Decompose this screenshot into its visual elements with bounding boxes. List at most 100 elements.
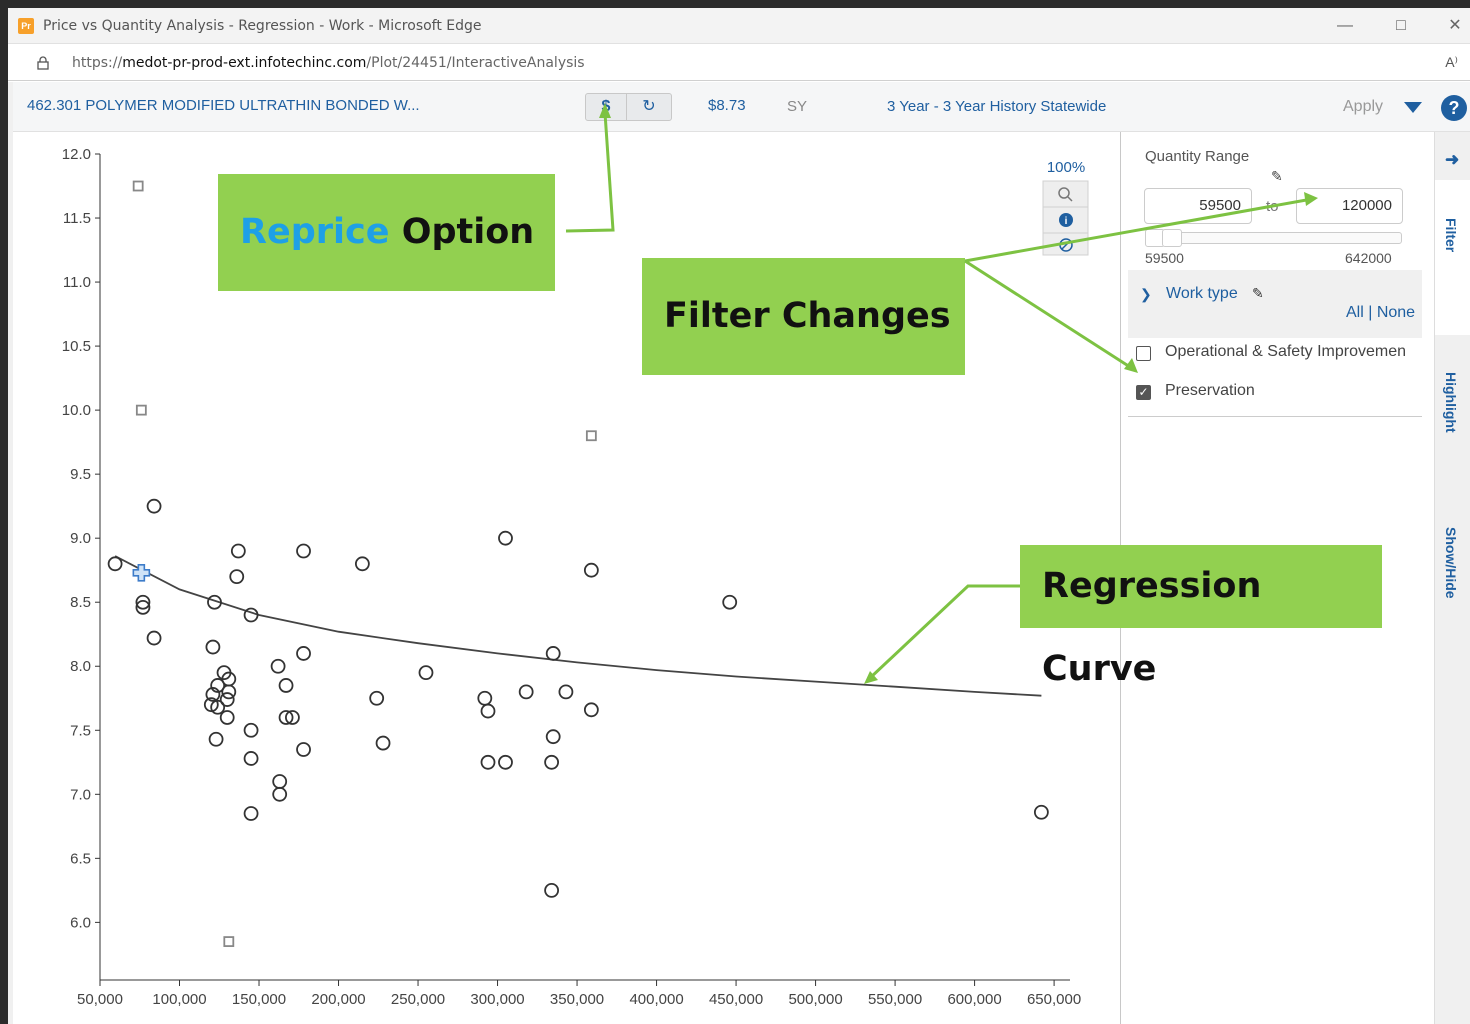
option-label[interactable]: Operational & Safety Improvemen (1165, 343, 1406, 361)
outlier-point (585, 430, 597, 442)
data-point (354, 556, 370, 572)
minimize-button[interactable]: — (1330, 14, 1360, 38)
data-point (583, 562, 599, 578)
data-point (722, 594, 738, 610)
callout-option-word: Option (401, 212, 535, 252)
title-bar: Pr Price vs Quantity Analysis - Regressi… (8, 8, 1470, 44)
edit-pencil-icon[interactable]: ✎ (1252, 285, 1264, 302)
x-tick-label: 50,000 (77, 991, 123, 1008)
y-tick-label: 10.0 (62, 402, 91, 419)
data-point (229, 569, 245, 585)
address-bar[interactable]: https://medot-pr-prod-ext.infotechinc.co… (8, 45, 1470, 81)
data-point (243, 722, 259, 738)
y-tick-label: 7.5 (70, 722, 91, 739)
x-tick-label: 300,000 (470, 991, 524, 1008)
work-type-header[interactable]: ❯ Work type ✎ All | None (1128, 270, 1422, 338)
data-point (243, 806, 259, 821)
maximize-button[interactable]: □ (1386, 14, 1416, 38)
slider-min-label: 59500 (1145, 250, 1184, 266)
zoom-in-button[interactable] (1042, 180, 1089, 208)
collapse-arrow-icon[interactable]: ➜ (1445, 150, 1459, 170)
read-aloud-icon[interactable]: A⁾ (1445, 54, 1458, 71)
svg-text:i: i (1065, 216, 1068, 227)
callout-reprice-word: Reprice (240, 212, 390, 252)
x-tick-label: 450,000 (709, 991, 763, 1008)
data-point (480, 754, 496, 770)
data-point (296, 742, 311, 757)
option-operational-safety[interactable]: Operational & Safety Improvemen (1136, 343, 1426, 365)
x-tick-label: 650,000 (1027, 991, 1081, 1008)
regression-curve (114, 555, 1042, 697)
url-text[interactable]: https://medot-pr-prod-ext.infotechinc.co… (72, 55, 585, 71)
data-point (107, 556, 123, 572)
tab-show-hide[interactable]: Show/Hide (1443, 527, 1459, 599)
help-icon[interactable]: ? (1441, 95, 1467, 121)
outlier-point (135, 404, 147, 416)
data-point (272, 774, 288, 789)
y-tick-label: 11.5 (63, 210, 91, 227)
edit-pencil-icon[interactable]: ✎ (1271, 168, 1283, 185)
chevron-down-icon[interactable]: ❯ (1140, 286, 1152, 303)
all-none-toggle[interactable]: All | None (1346, 304, 1415, 322)
data-point (477, 690, 493, 706)
data-point (243, 607, 259, 623)
data-point (375, 735, 391, 751)
outlier-point (223, 936, 235, 947)
unit-price: $8.73 (708, 97, 746, 114)
data-point (369, 690, 385, 706)
x-tick-label: 400,000 (629, 991, 683, 1008)
data-point (270, 658, 286, 674)
y-tick-label: 6.0 (70, 914, 91, 931)
apply-dropdown-caret-icon[interactable] (1404, 102, 1422, 113)
item-title[interactable]: 462.301 POLYMER MODIFIED ULTRATHIN BONDE… (27, 97, 420, 114)
info-button[interactable]: i (1042, 206, 1089, 234)
data-point (480, 703, 496, 719)
data-point (1033, 804, 1049, 820)
data-point (296, 646, 311, 661)
reset-button[interactable] (1042, 232, 1089, 256)
data-point (545, 729, 561, 745)
checkbox-checked[interactable]: ✓ (1136, 385, 1151, 400)
data-point (219, 710, 235, 725)
y-tick-label: 9.0 (70, 530, 91, 547)
analysis-toolbar: 462.301 POLYMER MODIFIED ULTRATHIN BONDE… (8, 82, 1470, 132)
tab-highlight[interactable]: Highlight (1443, 372, 1459, 433)
checkbox[interactable] (1136, 346, 1151, 361)
option-preservation[interactable]: ✓ Preservation (1136, 382, 1336, 404)
y-tick-label: 8.0 (70, 658, 91, 675)
quantity-range-label: Quantity Range (1145, 148, 1250, 165)
slider-max-handle[interactable] (1162, 229, 1182, 247)
x-tick-label: 550,000 (868, 991, 922, 1008)
data-point (296, 543, 311, 559)
data-point (558, 684, 574, 700)
history-selector[interactable]: 3 Year - 3 Year History Statewide (887, 98, 1106, 115)
data-point (498, 530, 513, 546)
y-tick-label: 6.5 (70, 850, 91, 867)
y-tick-label: 7.0 (70, 786, 91, 803)
close-button[interactable]: ✕ (1440, 14, 1470, 38)
work-type-label[interactable]: Work type (1166, 285, 1238, 303)
data-point (146, 498, 162, 514)
refresh-button[interactable]: ↻ (626, 93, 672, 121)
quantity-max-input[interactable]: 120000 (1296, 188, 1403, 224)
data-point (498, 754, 513, 770)
x-tick-label: 150,000 (232, 991, 286, 1008)
data-point (545, 646, 561, 661)
data-point (278, 678, 294, 693)
reprice-button[interactable]: $ (585, 93, 627, 121)
data-point (418, 665, 434, 681)
data-point (208, 731, 224, 747)
quantity-slider-track[interactable] (1145, 232, 1402, 244)
active-tab-background (1435, 180, 1470, 335)
quantity-min-input[interactable]: 59500 (1144, 188, 1252, 224)
apply-button[interactable]: Apply (1343, 98, 1383, 116)
to-label: to (1266, 198, 1279, 215)
callout-reprice-option: Reprice Option (218, 174, 555, 291)
data-point (583, 702, 599, 718)
x-tick-label: 600,000 (947, 991, 1001, 1008)
y-tick-label: 9.5 (70, 466, 91, 483)
tab-filter[interactable]: Filter (1443, 218, 1459, 252)
option-label[interactable]: Preservation (1165, 382, 1255, 400)
app-logo-icon: Pr (18, 18, 34, 34)
data-point (518, 684, 534, 700)
